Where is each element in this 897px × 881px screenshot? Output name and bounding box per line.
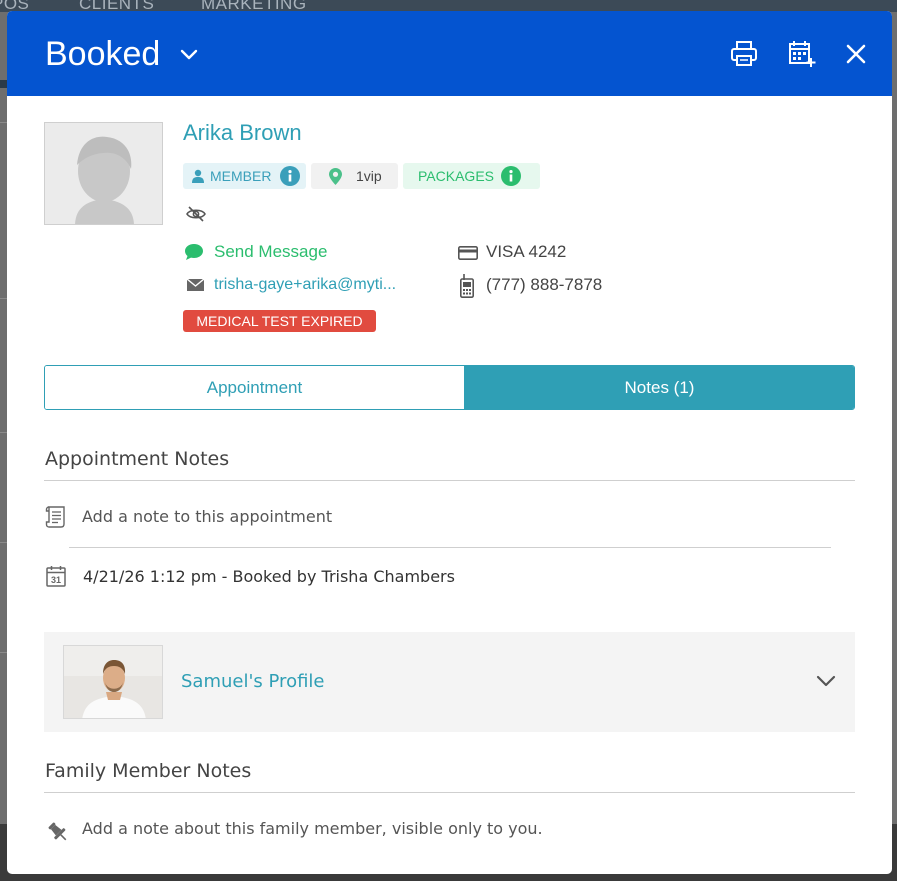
person-icon — [192, 169, 204, 183]
card-on-file: VISA 4242 — [486, 242, 567, 261]
member-tag[interactable]: MEMBER — [183, 163, 306, 189]
calendar-icon: 31 — [46, 566, 66, 587]
tab-appointment[interactable]: Appointment — [45, 366, 464, 409]
modal-header: Booked — [7, 11, 892, 96]
mail-icon — [187, 279, 204, 291]
family-member-card[interactable]: Samuel's Profile — [44, 632, 855, 732]
client-name-link[interactable]: Arika Brown — [183, 120, 302, 146]
medical-alert-badge: MEDICAL TEST EXPIRED — [183, 310, 376, 332]
appointment-modal: Booked Arika Brown MEMBER 1vip PACKAGES … — [7, 11, 892, 874]
note-divider — [69, 547, 831, 548]
appointment-notes-heading: Appointment Notes — [45, 448, 230, 470]
family-note-input[interactable]: Add a note about this family member, vis… — [82, 819, 543, 839]
info-icon[interactable] — [280, 166, 300, 186]
email-link[interactable]: trisha-gaye+arika@myti... — [214, 275, 424, 295]
print-icon[interactable] — [729, 39, 759, 69]
chevron-down-icon[interactable] — [815, 672, 837, 690]
calendar-add-icon[interactable] — [787, 39, 817, 69]
status-dropdown-label[interactable]: Booked — [45, 34, 160, 74]
location-tag[interactable]: 1vip — [311, 163, 398, 189]
info-icon[interactable] — [501, 166, 521, 186]
location-tag-label: 1vip — [356, 168, 382, 184]
tab-notes[interactable]: Notes (1) — [464, 366, 854, 409]
family-member-photo — [63, 645, 163, 719]
person-photo — [64, 646, 162, 718]
client-avatar — [44, 122, 163, 225]
booking-history-entry: 4/21/26 1:12 pm - Booked by Trisha Chamb… — [83, 567, 455, 586]
chat-bubble-icon — [185, 244, 203, 260]
family-notes-heading: Family Member Notes — [45, 760, 252, 782]
member-tag-label: MEMBER — [210, 168, 272, 184]
packages-tag-label: PACKAGES — [418, 168, 494, 184]
mobile-phone-icon — [460, 274, 474, 298]
tab-bar: Appointment Notes (1) — [44, 365, 855, 410]
location-pin-icon — [329, 168, 342, 185]
avatar-placeholder-icon — [45, 123, 162, 224]
hidden-eye-icon[interactable] — [186, 206, 206, 222]
chevron-down-icon[interactable] — [179, 45, 199, 65]
appointment-note-input[interactable]: Add a note to this appointment — [82, 507, 332, 527]
close-icon[interactable] — [841, 39, 871, 69]
background-marker — [0, 80, 7, 88]
section-divider — [44, 480, 855, 481]
credit-card-icon — [458, 246, 478, 260]
pushpin-icon — [48, 822, 67, 841]
section-divider — [44, 792, 855, 793]
phone-number[interactable]: (777) 888-7878 — [486, 275, 602, 295]
note-scroll-icon — [45, 506, 65, 528]
calendar-icon-day: 31 — [51, 575, 61, 585]
packages-tag[interactable]: PACKAGES — [403, 163, 540, 189]
family-profile-link[interactable]: Samuel's Profile — [181, 671, 325, 693]
send-message-link[interactable]: Send Message — [214, 242, 327, 262]
